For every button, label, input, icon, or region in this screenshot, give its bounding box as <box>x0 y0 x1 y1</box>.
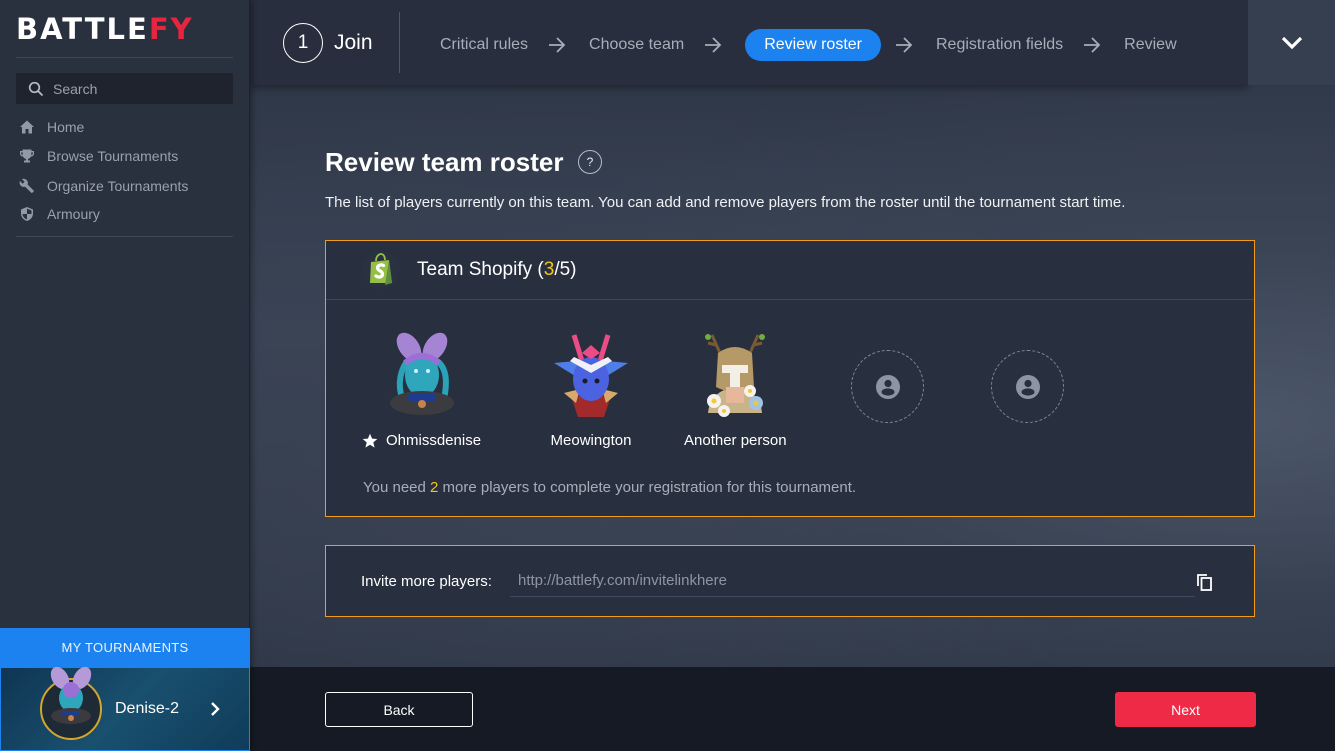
help-icon[interactable]: ? <box>578 150 602 174</box>
sidebar-item-label: Organize Tournaments <box>47 178 189 194</box>
sidebar-nav: Home Browse Tournaments Organize Tournam… <box>18 112 188 227</box>
tournament-avatar <box>40 666 102 740</box>
collapse-stepper-button[interactable] <box>1248 0 1335 85</box>
arrow-right-icon <box>896 37 913 53</box>
invite-players-card: Invite more players: <box>325 545 1255 617</box>
sidebar-item-home[interactable]: Home <box>18 112 188 141</box>
sidebar-divider <box>16 236 233 237</box>
player-avatar <box>389 332 454 415</box>
logo-text-battle: BATTLE <box>16 12 149 46</box>
need-suffix: more players to complete your registrati… <box>438 479 857 496</box>
step-number: 1 <box>283 23 323 63</box>
step-list: Critical rules Choose team Review roster… <box>440 28 1177 62</box>
step-registration-fields[interactable]: Registration fields <box>936 36 1063 54</box>
my-tournaments-header[interactable]: MY TOURNAMENTS <box>0 628 250 667</box>
player-name-text: Meowington <box>550 432 632 449</box>
user-placeholder-icon <box>875 374 900 399</box>
copy-icon[interactable] <box>1195 572 1215 592</box>
next-button[interactable]: Next <box>1115 692 1256 727</box>
count-close: ) <box>570 259 577 280</box>
player-avatar <box>705 334 766 417</box>
chevron-down-icon <box>1281 36 1302 49</box>
empty-player-slot[interactable] <box>991 350 1064 423</box>
stepper-divider <box>399 12 400 73</box>
logo-text-fy: FY <box>148 12 194 46</box>
search-placeholder: Search <box>53 80 98 97</box>
step-choose-team[interactable]: Choose team <box>589 36 684 54</box>
arrow-right-icon <box>1084 37 1101 53</box>
need-prefix: You need <box>363 479 431 496</box>
player-card[interactable]: Meowington <box>546 331 636 449</box>
sidebar-item-organize-tournaments[interactable]: Organize Tournaments <box>18 171 188 201</box>
captain-star-icon <box>362 433 378 448</box>
back-button[interactable]: Back <box>325 692 473 727</box>
trophy-icon <box>18 147 36 165</box>
team-roster-card: Team Shopify (3/5) Ohmissdenise Meowingt… <box>325 240 1255 517</box>
invite-label: Invite more players: <box>361 573 492 590</box>
wrench-icon <box>18 177 36 195</box>
empty-player-slot[interactable] <box>851 350 924 423</box>
chevron-right-icon <box>211 702 220 716</box>
sidebar-item-label: Home <box>47 118 85 135</box>
step-review[interactable]: Review <box>1124 36 1176 54</box>
player-name: Another person <box>684 432 787 449</box>
player-name: Meowington <box>546 432 636 449</box>
sidebar-item-label: Armoury <box>47 206 100 222</box>
team-current-count: 3 <box>543 259 555 280</box>
home-icon <box>18 118 36 136</box>
players-needed-message: You need 2 more players to complete your… <box>363 479 856 496</box>
team-name: Team Shopify (3/5) <box>417 259 577 281</box>
sidebar-item-armoury[interactable]: Armoury <box>18 201 188 227</box>
player-card[interactable]: Another person <box>684 331 787 449</box>
sidebar: BATTLEFY Search Home Browse Tournaments … <box>0 0 250 751</box>
page-title: Review team roster <box>325 147 564 177</box>
footer-actions: Back Next <box>250 667 1335 751</box>
team-header: Team Shopify (3/5) <box>326 241 1254 300</box>
team-name-text: Team Shopify <box>417 259 533 280</box>
player-name: Ohmissdenise <box>362 432 481 449</box>
shopify-logo-icon <box>362 251 400 289</box>
tournament-name: Denise-2 <box>115 700 180 717</box>
player-card[interactable]: Ohmissdenise <box>362 331 481 449</box>
player-avatar <box>554 334 628 417</box>
tournament-card[interactable]: Denise-2 <box>0 666 250 751</box>
shield-icon <box>18 205 36 223</box>
arrow-right-icon <box>705 37 722 53</box>
user-placeholder-icon <box>1015 374 1040 399</box>
sidebar-item-label: Browse Tournaments <box>47 148 179 164</box>
search-icon <box>28 81 44 96</box>
page-description: The list of players currently on this te… <box>325 194 1126 211</box>
search-input[interactable]: Search <box>16 73 233 104</box>
sidebar-divider <box>16 57 233 58</box>
team-max-count: 5 <box>559 259 571 280</box>
sidebar-item-browse-tournaments[interactable]: Browse Tournaments <box>18 141 188 171</box>
registration-stepper: 1 Join Critical rules Choose team Review… <box>250 0 1248 85</box>
step-title: Join <box>334 31 373 54</box>
player-name-text: Another person <box>684 432 787 449</box>
step-review-roster[interactable]: Review roster <box>745 29 881 61</box>
count-open: ( <box>532 259 544 280</box>
step-critical-rules[interactable]: Critical rules <box>440 36 528 54</box>
battlefy-logo[interactable]: BATTLEFY <box>16 12 194 46</box>
player-name-text: Ohmissdenise <box>386 432 482 449</box>
invite-link-input[interactable] <box>510 565 1195 597</box>
my-tournaments-label: MY TOURNAMENTS <box>61 640 189 655</box>
arrow-right-icon <box>549 37 566 53</box>
